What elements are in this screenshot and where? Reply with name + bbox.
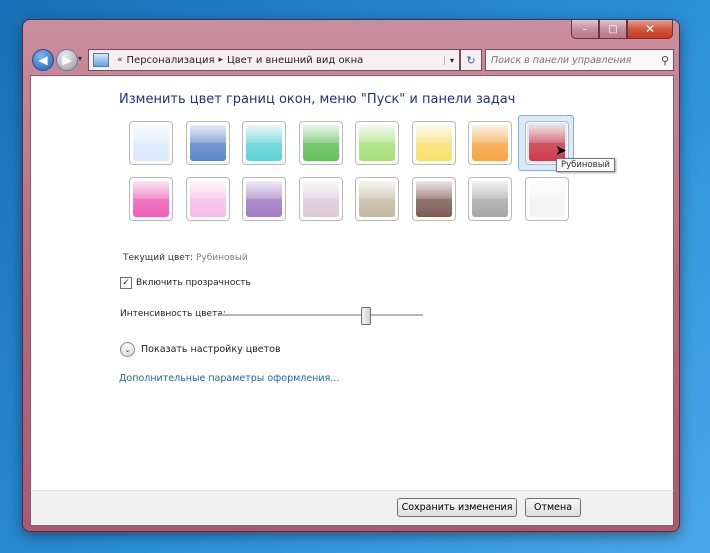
intensity-slider-track[interactable]: [219, 314, 423, 317]
swatch-color-fill: [416, 125, 452, 161]
refresh-icon: ↻: [466, 53, 476, 67]
breadcrumb-window-color[interactable]: Цвет и внешний вид окна: [227, 55, 363, 66]
color-swatch[interactable]: [242, 121, 286, 165]
swatch-color-fill: [133, 181, 169, 217]
color-swatch[interactable]: [355, 177, 399, 221]
transparency-label[interactable]: Включить прозрачность: [136, 278, 251, 288]
current-color-value: Рубиновый: [195, 253, 248, 263]
swatch-color-fill: [359, 181, 395, 217]
forward-button[interactable]: ▶: [56, 49, 78, 71]
color-swatch[interactable]: [129, 177, 173, 221]
advanced-appearance-link[interactable]: Дополнительные параметры оформления...: [119, 373, 339, 384]
page-title: Изменить цвет границ окон, меню "Пуск" и…: [119, 92, 516, 107]
current-color-row: Текущий цвет: Рубиновый: [123, 253, 248, 263]
control-panel-icon: [93, 53, 109, 67]
expand-chevron-icon[interactable]: ⌄: [120, 342, 135, 357]
transparency-row: ✓ Включить прозрачность: [120, 277, 251, 289]
color-swatch[interactable]: [525, 177, 569, 221]
swatch-color-fill: [190, 125, 226, 161]
color-swatch[interactable]: [129, 121, 173, 165]
color-swatch[interactable]: [186, 121, 230, 165]
close-button[interactable]: ✕: [627, 20, 673, 39]
color-swatch[interactable]: [355, 121, 399, 165]
address-bar[interactable]: « Персонализация ▸ Цвет и внешний вид ок…: [88, 49, 460, 71]
main-content: Изменить цвет границ окон, меню "Пуск" и…: [30, 75, 674, 491]
search-icon[interactable]: ⚲: [661, 54, 669, 67]
swatch-color-fill: [303, 181, 339, 217]
save-changes-button[interactable]: Сохранить изменения: [397, 498, 517, 517]
mouse-cursor-icon: ➤: [555, 143, 567, 159]
swatch-color-fill: [190, 181, 226, 217]
transparency-checkbox[interactable]: ✓: [120, 277, 132, 289]
intensity-slider-thumb[interactable]: [361, 307, 371, 325]
color-swatch[interactable]: [299, 177, 343, 221]
intensity-label: Интенсивность цвета:: [120, 309, 226, 319]
color-swatch[interactable]: [412, 177, 456, 221]
breadcrumb-separator-icon[interactable]: ▸: [218, 55, 223, 65]
control-panel-window: – □ ✕ ◀ ▶ ▾ « Персонализация ▸ Цвет и вн…: [23, 20, 679, 531]
swatch-color-fill: [303, 125, 339, 161]
swatch-color-fill: [472, 181, 508, 217]
caption-buttons: – □ ✕: [571, 20, 673, 39]
color-swatch[interactable]: [242, 177, 286, 221]
swatch-color-fill: [133, 125, 169, 161]
footer-bar: Сохранить изменения Отмена: [30, 490, 674, 526]
swatch-color-fill: [472, 125, 508, 161]
current-color-label: Текущий цвет:: [123, 253, 194, 263]
minimize-button[interactable]: –: [571, 20, 599, 39]
maximize-button[interactable]: □: [599, 20, 627, 39]
navigation-bar: ◀ ▶ ▾ « Персонализация ▸ Цвет и внешний …: [30, 47, 674, 73]
swatch-color-fill: [529, 181, 565, 217]
search-input[interactable]: [486, 53, 653, 67]
refresh-button[interactable]: ↻: [460, 49, 482, 71]
color-swatch[interactable]: [468, 177, 512, 221]
swatch-tooltip: Рубиновый: [556, 158, 615, 172]
color-swatch[interactable]: [186, 177, 230, 221]
color-swatch[interactable]: [299, 121, 343, 165]
search-box[interactable]: ⚲: [485, 49, 674, 71]
back-arrow-icon: ◀: [38, 53, 48, 67]
color-swatch[interactable]: [412, 121, 456, 165]
show-mixer-label[interactable]: Показать настройку цветов: [141, 344, 281, 355]
swatch-color-fill: [246, 181, 282, 217]
swatch-color-fill: [416, 181, 452, 217]
breadcrumb-personalization[interactable]: Персонализация: [127, 55, 215, 66]
address-dropdown-icon[interactable]: ▾: [444, 55, 459, 65]
color-swatch[interactable]: [468, 121, 512, 165]
back-button[interactable]: ◀: [32, 49, 54, 71]
recent-pages-dropdown[interactable]: ▾: [78, 54, 82, 63]
breadcrumb-overflow-icon[interactable]: «: [117, 55, 123, 65]
cancel-button[interactable]: Отмена: [525, 498, 581, 517]
show-mixer-row: ⌄ Показать настройку цветов: [120, 342, 281, 357]
swatch-color-fill: [246, 125, 282, 161]
forward-arrow-icon: ▶: [62, 53, 72, 67]
swatch-color-fill: [359, 125, 395, 161]
